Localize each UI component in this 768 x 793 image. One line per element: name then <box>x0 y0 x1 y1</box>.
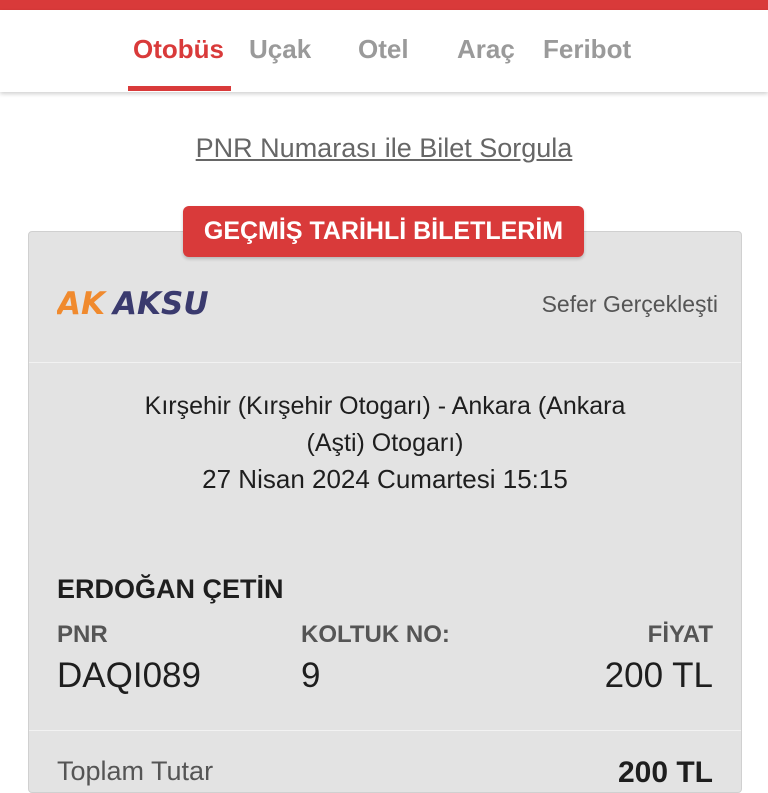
pnr-query-link[interactable]: PNR Numarası ile Bilet Sorgula <box>0 133 768 164</box>
aksu-logo: AK AKSU <box>57 286 209 319</box>
route-line-2: (Aşti) Otogarı) <box>306 429 464 457</box>
top-accent-bar <box>0 0 768 10</box>
tab-ferry[interactable]: Feribot <box>543 34 631 65</box>
pnr-value: DAQI089 <box>57 656 201 695</box>
total-label: Toplam Tutar <box>57 756 214 786</box>
active-tab-indicator <box>128 86 231 91</box>
price-label: FİYAT <box>647 621 713 648</box>
route-line-1: Kırşehir (Kırşehir Otogarı) - Ankara (An… <box>144 392 626 420</box>
svg-text:AK: AK <box>57 286 107 319</box>
tab-hotel[interactable]: Otel <box>358 34 409 65</box>
tab-car[interactable]: Araç <box>457 34 515 65</box>
svg-text:AKSU: AKSU <box>110 286 209 319</box>
price-value: 200 TL <box>604 656 713 695</box>
pnr-label: PNR <box>57 621 108 648</box>
ticket-card[interactable]: AK AKSU Sefer Gerçekleşti Kırşehir (Kırş… <box>28 231 742 793</box>
category-tabs: Otobüs Uçak Otel Araç Feribot <box>0 10 768 92</box>
card-divider <box>29 730 741 731</box>
tab-bus[interactable]: Otobüs <box>133 34 224 65</box>
trip-status: Sefer Gerçekleşti <box>541 291 718 317</box>
route-text: Kırşehir (Kırşehir Otogarı) - Ankara (An… <box>89 388 681 462</box>
past-tickets-button[interactable]: GEÇMİŞ TARİHLİ BİLETLERİM <box>183 206 584 257</box>
departure-datetime: 27 Nisan 2024 Cumartesi 15:15 <box>202 464 568 494</box>
total-value: 200 TL <box>617 756 713 789</box>
seat-value: 9 <box>301 656 321 695</box>
seat-label: KOLTUK NO: <box>301 621 450 648</box>
tab-flight[interactable]: Uçak <box>249 34 311 65</box>
passenger-name: ERDOĞAN ÇETİN <box>57 574 284 604</box>
